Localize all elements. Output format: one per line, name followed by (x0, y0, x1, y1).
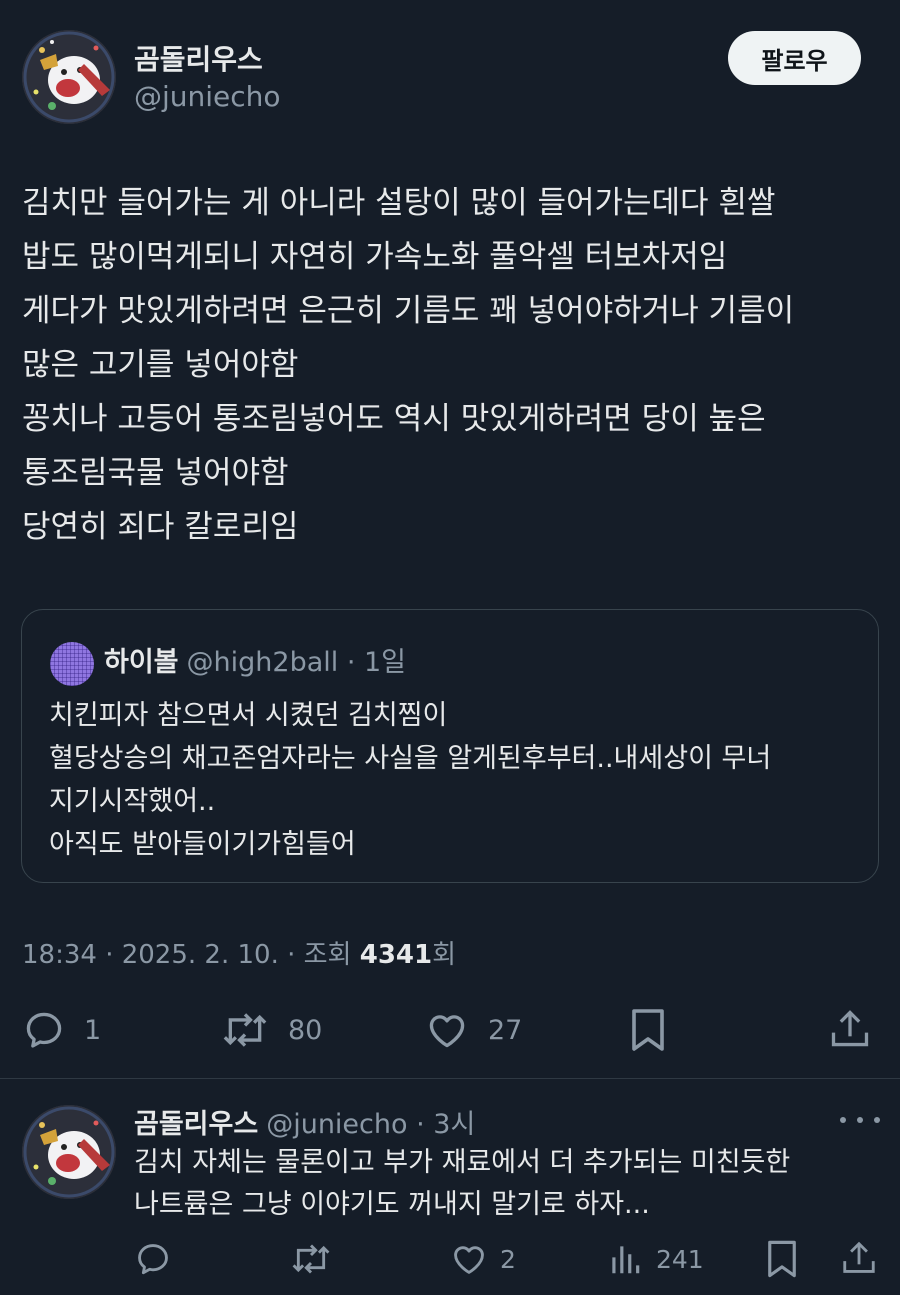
tweet-text-line: 당연히 죄다 칼로리임 (22, 509, 299, 545)
tweet-meta: 18:34 · 2025. 2. 10. · 조회 4341회 (22, 934, 456, 971)
timestamp-text: 18:34 · 2025. 2. 10. · 조회 (22, 940, 360, 970)
reply-text-line: 김치 자체는 물론이고 부가 재료에서 더 추가되는 미친듯한 (134, 1147, 791, 1178)
tweet-text-line: 게다가 맛있게하려면 은근히 기름도 꽤 넣어야하거나 기름이 (22, 293, 795, 329)
share-button[interactable] (828, 1006, 872, 1052)
author-avatar[interactable] (22, 30, 116, 124)
more-dot (857, 1117, 863, 1123)
bookmark-icon (768, 1240, 796, 1278)
reply-repost-button[interactable] (290, 1240, 332, 1278)
reply-share-button[interactable] (840, 1238, 878, 1278)
reply-button[interactable]: 1 (22, 1008, 101, 1052)
bookmark-icon (632, 1009, 664, 1051)
like-count: 27 (488, 1014, 523, 1046)
more-dot (840, 1117, 846, 1123)
like-button[interactable]: 27 (424, 1008, 522, 1052)
reply-views-button[interactable]: 241 (606, 1240, 704, 1278)
reply-icon (26, 1012, 62, 1048)
reply-reply-button[interactable] (134, 1240, 172, 1278)
tweet-text: 김치만 들어가는 게 아니라 설탕이 많이 들어가는데다 흰쌀 밥도 많이먹게되… (22, 176, 882, 554)
view-count: 4341 (359, 940, 433, 970)
repost-icon (223, 1013, 267, 1047)
quoted-author-name: 하이볼 (104, 647, 179, 678)
follow-button[interactable]: 팔로우 (728, 31, 861, 85)
quoted-author-meta: @high2ball · 1일 (186, 647, 407, 678)
avatar-image (22, 1105, 116, 1199)
share-icon (843, 1241, 875, 1273)
more-dot (874, 1117, 880, 1123)
bookmark-button[interactable] (628, 1006, 668, 1054)
reply-text-line: 나트륨은 그냥 이야기도 꺼내지 말기로 하자... (134, 1189, 650, 1220)
more-options-icon[interactable] (840, 1108, 880, 1132)
reply-count: 1 (84, 1014, 102, 1046)
section-divider (0, 1078, 900, 1079)
reply-icon (138, 1244, 168, 1275)
repost-count: 80 (288, 1014, 323, 1046)
tweet-text-line: 김치만 들어가는 게 아니라 설탕이 많이 들어가는데다 흰쌀 (22, 185, 776, 221)
author-display-name[interactable]: 곰돌리우스 (134, 38, 263, 78)
reply-author-avatar[interactable] (22, 1105, 116, 1199)
quoted-text-line: 치킨피자 참으면서 시켰던 김치찜이 (49, 700, 448, 731)
tweet-text-line: 통조림국물 넣어야함 (22, 455, 289, 491)
reply-author-name[interactable]: 곰돌리우스 (134, 1109, 258, 1140)
quoted-text-line: 지기시작했어.. (49, 786, 216, 817)
share-icon (831, 1010, 869, 1047)
heart-icon (429, 1015, 465, 1048)
reply-text: 김치 자체는 물론이고 부가 재료에서 더 추가되는 미친듯한 나트륨은 그냥 … (134, 1142, 894, 1226)
reply-bookmark-button[interactable] (764, 1238, 800, 1280)
heart-icon (454, 1246, 484, 1274)
reply-header: 곰돌리우스 @juniecho · 3시 (134, 1102, 475, 1141)
tweet-text-line: 많은 고기를 넣어야함 (22, 347, 299, 383)
reply-view-count: 241 (656, 1244, 704, 1274)
reply-like-button[interactable]: 2 (450, 1240, 516, 1278)
quoted-tweet-text: 치킨피자 참으면서 시켰던 김치찜이 혈당상승의 채고존엄자라는 사실을 알게된… (49, 694, 869, 866)
tweet-detail-page: 곰돌리우스 @juniecho 팔로우 김치만 들어가는 게 아니라 설탕이 많… (0, 0, 900, 1295)
reply-author-meta: @juniecho · 3시 (266, 1109, 476, 1140)
repost-icon (292, 1244, 330, 1274)
quoted-tweet-header: 하이볼 @high2ball · 1일 (104, 640, 406, 679)
bar-chart-icon (612, 1246, 640, 1274)
tweet-text-line: 밥도 많이먹게되니 자연히 가속노화 풀악셀 터보차저임 (22, 239, 728, 275)
quoted-text-line: 혈당상승의 채고존엄자라는 사실을 알게된후부터..내세상이 무너 (49, 743, 772, 774)
quoted-author-avatar (50, 642, 94, 686)
reply-like-count: 2 (500, 1244, 516, 1274)
tweet-text-line: 꽁치나 고등어 통조림넣어도 역시 맛있게하려면 당이 높은 (22, 401, 766, 437)
view-count-suffix: 회 (432, 940, 457, 970)
avatar-image (22, 30, 116, 124)
repost-button[interactable]: 80 (220, 1008, 322, 1052)
quoted-text-line: 아직도 받아들이기가힘들어 (49, 829, 356, 860)
quoted-tweet-card[interactable]: 하이볼 @high2ball · 1일 치킨피자 참으면서 시켰던 김치찜이 혈당… (21, 609, 879, 883)
author-handle[interactable]: @juniecho (134, 80, 281, 113)
